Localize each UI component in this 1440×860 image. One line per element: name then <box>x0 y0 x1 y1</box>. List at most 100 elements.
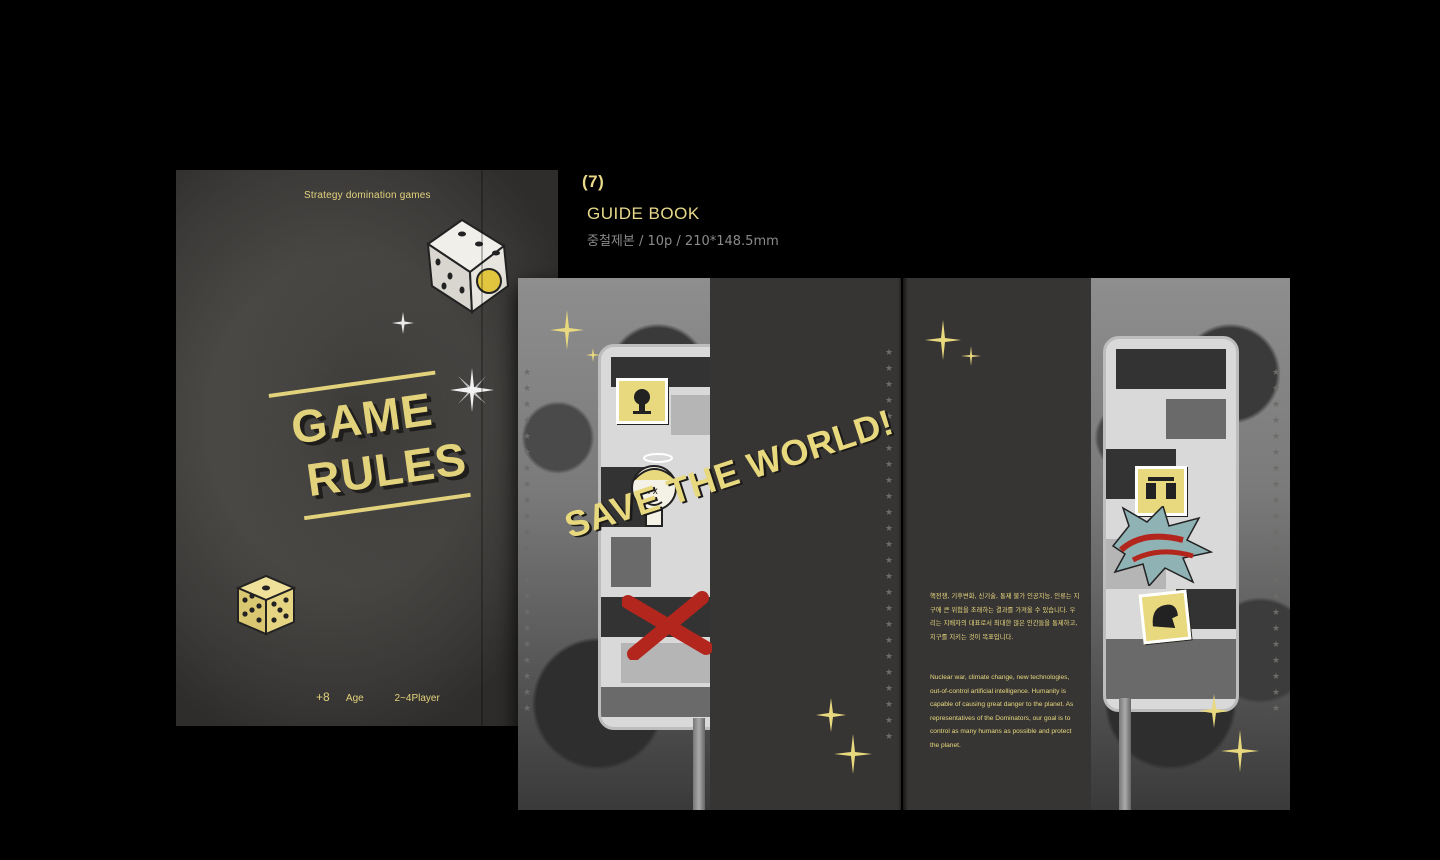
star-icon: ★ <box>884 540 894 550</box>
cover-players: 2~4Player <box>394 693 440 704</box>
star-icon: ★ <box>884 572 894 582</box>
sparkle-icon <box>550 310 584 350</box>
cover-age-label: Age <box>345 693 364 704</box>
guidebook-cover: Strategy domination games GAME RULES +8 … <box>176 170 558 726</box>
star-icon: ★ <box>522 704 532 714</box>
sparkle-icon <box>925 320 961 360</box>
star-icon: ★ <box>1271 704 1281 714</box>
star-icon: ★ <box>522 400 532 410</box>
caption: (7) GUIDE BOOK 중철제본 / 10p / 210*148.5mm <box>582 172 779 249</box>
page-left: x x ★ ★ ★ ★ ★ ★ ★ ★ ★ ★ ★ ★ ★ ★ ★ ★ ★ ★ ★ ★ ★ ★ ★ ★ ★ ★ ★ ★ ★ ★ ★ ★ ★ ★ ★… <box>518 278 901 810</box>
star-icon: ★ <box>884 556 894 566</box>
star-icon: ★ <box>884 492 894 502</box>
star-icon: ★ <box>522 688 532 698</box>
star-icon: ★ <box>884 364 894 374</box>
star-icon: ★ <box>522 576 532 586</box>
red-x-mark <box>622 591 712 660</box>
star-icon: ★ <box>522 480 532 490</box>
star-icon: ★ <box>1271 672 1281 682</box>
star-icon: ★ <box>522 656 532 666</box>
star-icon: ★ <box>1271 368 1281 378</box>
sticker-icon <box>1138 589 1192 645</box>
star-column: ★ ★ ★ ★ ★ ★ ★ ★ ★ ★ ★ ★ ★ ★ ★ ★ ★ ★ ★ ★ ★ ★ <box>1271 368 1281 714</box>
caption-spec: 중철제본 / 10p / 210*148.5mm <box>587 234 779 249</box>
comic-burst-icon <box>1111 506 1213 586</box>
cover-footer: +8 Age 2~4Player <box>316 690 454 704</box>
cover-age-number: +8 <box>316 690 330 704</box>
page-right: ★ ★ ★ ★ ★ ★ ★ ★ ★ ★ ★ ★ ★ ★ ★ ★ ★ ★ ★ ★ ★ ★ 핵전쟁, 기후변화, 신기술, 통… <box>903 278 1290 810</box>
star-icon: ★ <box>1271 576 1281 586</box>
star-icon: ★ <box>1271 592 1281 602</box>
star-icon: ★ <box>522 672 532 682</box>
star-icon: ★ <box>522 544 532 554</box>
star-icon: ★ <box>522 368 532 378</box>
star-icon: ★ <box>522 608 532 618</box>
star-icon: ★ <box>884 588 894 598</box>
sparkle-icon <box>816 698 846 732</box>
star-icon: ★ <box>522 496 532 506</box>
star-icon: ★ <box>884 620 894 630</box>
star-icon: ★ <box>1271 448 1281 458</box>
star-icon: ★ <box>1271 656 1281 666</box>
star-icon: ★ <box>884 668 894 678</box>
star-icon: ★ <box>1271 544 1281 554</box>
sparkle-icon <box>1199 694 1229 728</box>
star-icon: ★ <box>884 732 894 742</box>
caption-title: GUIDE BOOK <box>587 204 700 223</box>
star-icon: ★ <box>1271 608 1281 618</box>
star-icon: ★ <box>1271 416 1281 426</box>
cover-title-block: GAME RULES <box>262 347 482 533</box>
star-icon: ★ <box>522 512 532 522</box>
dice-icon <box>426 218 510 314</box>
star-column: ★ ★ ★ ★ ★ ★ ★ ★ ★ ★ ★ ★ ★ ★ ★ ★ ★ ★ ★ ★ ★ ★ <box>522 368 532 714</box>
sparkle-icon <box>961 346 981 366</box>
mockup-stage: (7) GUIDE BOOK 중철제본 / 10p / 210*148.5mm … <box>0 0 1440 860</box>
star-icon: ★ <box>1271 400 1281 410</box>
star-icon: ★ <box>1271 496 1281 506</box>
star-icon: ★ <box>522 560 532 570</box>
star-icon: ★ <box>1271 624 1281 634</box>
star-icon: ★ <box>884 476 894 486</box>
star-icon: ★ <box>1271 528 1281 538</box>
star-icon: ★ <box>884 652 894 662</box>
star-icon: ★ <box>522 592 532 602</box>
sparkle-icon <box>392 312 414 334</box>
sparkle-icon <box>834 734 872 774</box>
star-icon: ★ <box>522 416 532 426</box>
star-icon: ★ <box>1271 560 1281 570</box>
sticker-icon <box>616 378 668 424</box>
star-icon: ★ <box>884 348 894 358</box>
dark-text-band <box>710 278 901 810</box>
star-icon: ★ <box>1271 480 1281 490</box>
star-icon: ★ <box>884 684 894 694</box>
star-icon: ★ <box>884 508 894 518</box>
star-icon: ★ <box>522 624 532 634</box>
caption-number: (7) <box>582 172 605 191</box>
star-icon: ★ <box>884 604 894 614</box>
star-icon: ★ <box>1271 512 1281 522</box>
star-icon: ★ <box>1271 432 1281 442</box>
star-icon: ★ <box>522 432 532 442</box>
star-icon: ★ <box>522 528 532 538</box>
star-icon: ★ <box>522 384 532 394</box>
star-icon: ★ <box>884 444 894 454</box>
star-icon: ★ <box>884 524 894 534</box>
sparkle-icon <box>586 348 600 362</box>
star-icon: ★ <box>522 464 532 474</box>
dice-icon <box>235 574 297 636</box>
cover-tagline: Strategy domination games <box>304 190 431 201</box>
star-icon: ★ <box>884 636 894 646</box>
star-icon: ★ <box>522 448 532 458</box>
star-icon: ★ <box>1271 384 1281 394</box>
star-icon: ★ <box>884 460 894 470</box>
sign-pole <box>693 718 705 810</box>
korean-body-text: 핵전쟁, 기후변화, 신기술, 통제 불가 인공지능. 인류는 지구에 큰 위험… <box>930 593 1080 641</box>
star-icon: ★ <box>1271 640 1281 650</box>
spread-gutter <box>898 278 908 810</box>
star-icon: ★ <box>1271 464 1281 474</box>
guidebook-spread: x x ★ ★ ★ ★ ★ ★ ★ ★ ★ ★ ★ ★ ★ ★ ★ ★ ★ ★ ★ ★ ★ ★ ★ ★ ★ ★ ★ ★ ★ ★ ★ ★ ★ ★ ★… <box>518 278 1290 810</box>
sparkle-icon <box>1221 730 1259 772</box>
english-body-text: Nuclear war, climate change, new technol… <box>930 674 1074 749</box>
star-icon: ★ <box>884 380 894 390</box>
star-icon: ★ <box>884 716 894 726</box>
